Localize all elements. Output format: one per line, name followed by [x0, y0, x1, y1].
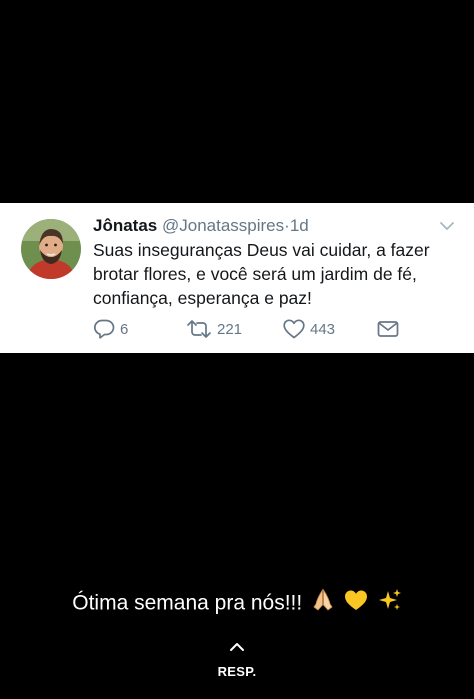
envelope-icon: [377, 321, 399, 337]
reply-label[interactable]: RESP.: [0, 664, 474, 679]
author-handle[interactable]: @Jonatasspires: [162, 216, 284, 235]
tweet-timestamp[interactable]: 1d: [290, 216, 309, 235]
chevron-up-icon: [230, 643, 244, 651]
retweet-button[interactable]: 221: [186, 318, 242, 340]
like-count: 443: [310, 320, 336, 338]
reply-button[interactable]: 6: [93, 318, 128, 340]
avatar-image: [21, 219, 81, 279]
yellow-heart-emoji: [344, 589, 368, 619]
reply-icon: [93, 319, 115, 339]
caption-text: Ótima semana pra nós!!!: [72, 591, 303, 615]
like-button[interactable]: 443: [283, 318, 335, 340]
tweet-header: Jônatas @Jonatasspires·1d: [93, 215, 309, 237]
heart-icon: [283, 319, 305, 339]
reply-control[interactable]: RESP.: [0, 642, 474, 679]
author-name[interactable]: Jônatas: [93, 216, 157, 235]
sparkles-emoji: [378, 588, 402, 620]
praying-hands-emoji: [312, 588, 334, 620]
reply-count: 6: [120, 320, 129, 338]
tweet-actions: 6 221 443: [93, 318, 423, 340]
retweet-count: 221: [217, 320, 243, 338]
tweet-card[interactable]: Jônatas @Jonatasspires·1d Suas inseguran…: [0, 203, 474, 353]
direct-message-button[interactable]: [377, 318, 399, 340]
avatar[interactable]: [21, 219, 81, 279]
retweet-icon: [187, 320, 211, 338]
chevron-down-icon[interactable]: [440, 221, 454, 231]
tweet-text: Suas inseguranças Deus vai cuidar, a faz…: [93, 240, 430, 308]
post-caption: Ótima semana pra nós!!!: [0, 588, 474, 620]
